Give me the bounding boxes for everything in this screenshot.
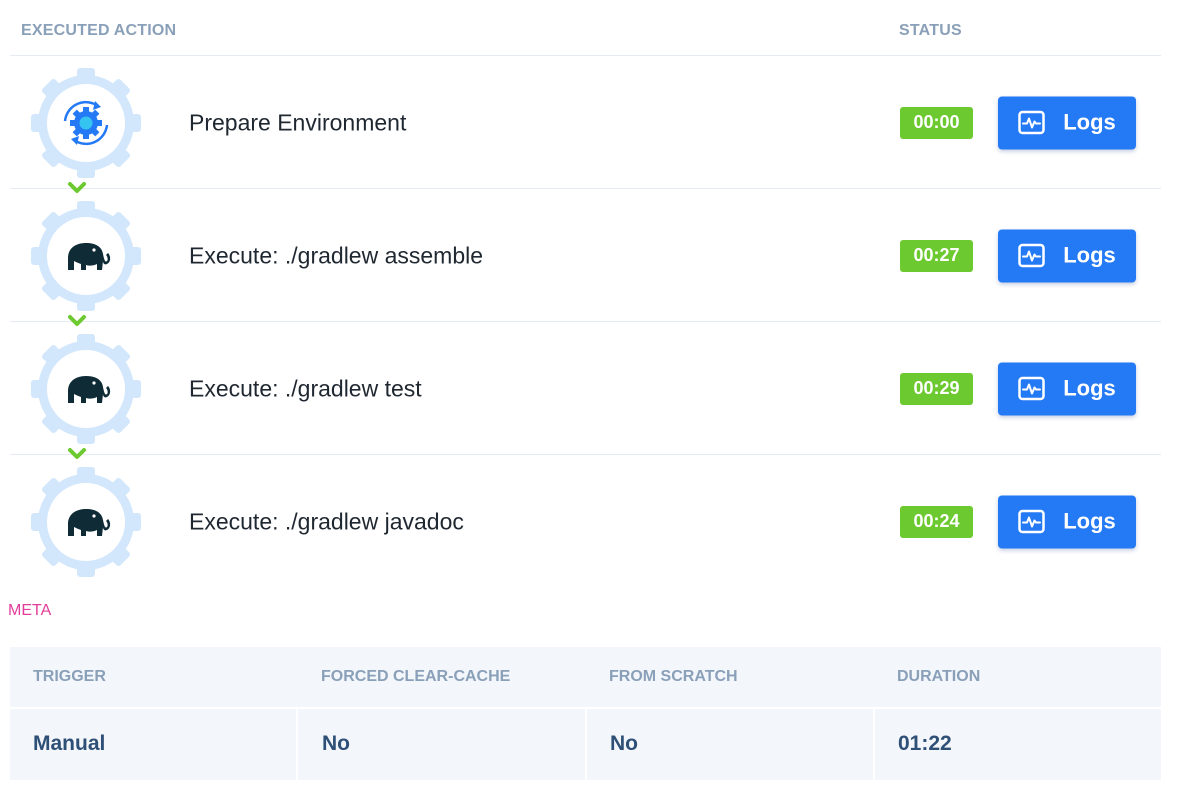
logs-button[interactable]: Logs — [998, 362, 1136, 415]
meta-value-trigger: Manual — [33, 732, 106, 755]
meta-value-from-scratch: No — [610, 732, 638, 755]
gear-sync-icon — [31, 68, 141, 178]
meta-column-divider — [296, 709, 298, 780]
logs-button-label: Logs — [1063, 109, 1116, 135]
action-row-prepare-environment: Prepare Environment 00:00 Logs — [10, 56, 1161, 189]
activity-monitor-icon — [1018, 376, 1045, 401]
meta-header-trigger: TRIGGER — [33, 668, 106, 685]
action-title: Execute: ./gradlew javadoc — [189, 508, 464, 534]
duration-badge: 00:27 — [900, 239, 973, 272]
logs-button[interactable]: Logs — [998, 495, 1136, 548]
meta-column-divider — [585, 709, 587, 780]
logs-button-label: Logs — [1063, 508, 1116, 534]
activity-monitor-icon — [1018, 509, 1045, 534]
activity-monitor-icon — [1018, 110, 1045, 135]
logs-button[interactable]: Logs — [998, 229, 1136, 282]
logs-button-label: Logs — [1063, 375, 1116, 401]
meta-value-duration: 01:22 — [898, 732, 952, 755]
status-column-header: STATUS — [899, 22, 962, 39]
action-row-gradlew-test: Execute: ./gradlew test 00:29 Logs — [10, 322, 1161, 455]
meta-value-forced-clear-cache: No — [322, 732, 350, 755]
activity-monitor-icon — [1018, 243, 1045, 268]
action-row-gradlew-javadoc: Execute: ./gradlew javadoc 00:24 Logs — [10, 455, 1161, 588]
gradle-elephant-icon — [31, 467, 141, 577]
gradle-elephant-icon — [31, 201, 141, 311]
duration-badge: 00:24 — [900, 505, 973, 538]
meta-column-divider — [873, 709, 875, 780]
action-title: Prepare Environment — [189, 109, 407, 135]
duration-badge: 00:29 — [900, 372, 973, 405]
meta-header-duration: DURATION — [897, 668, 981, 685]
duration-badge: 00:00 — [900, 106, 973, 139]
gradle-elephant-icon — [31, 334, 141, 444]
action-row-gradlew-assemble: Execute: ./gradlew assemble 00:27 Logs — [10, 189, 1161, 322]
logs-button[interactable]: Logs — [998, 96, 1136, 149]
meta-section-label: META — [8, 602, 52, 619]
pipeline-run-view: EXECUTED ACTION STATUS Prepare Environme… — [0, 0, 1186, 795]
meta-header-forced-clear-cache: FORCED CLEAR-CACHE — [321, 668, 511, 685]
meta-header-from-scratch: FROM SCRATCH — [609, 668, 738, 685]
logs-button-label: Logs — [1063, 242, 1116, 268]
action-title: Execute: ./gradlew test — [189, 375, 422, 401]
executed-action-column-header: EXECUTED ACTION — [21, 22, 177, 39]
action-title: Execute: ./gradlew assemble — [189, 242, 484, 268]
meta-table: TRIGGER FORCED CLEAR-CACHE FROM SCRATCH … — [10, 647, 1161, 780]
